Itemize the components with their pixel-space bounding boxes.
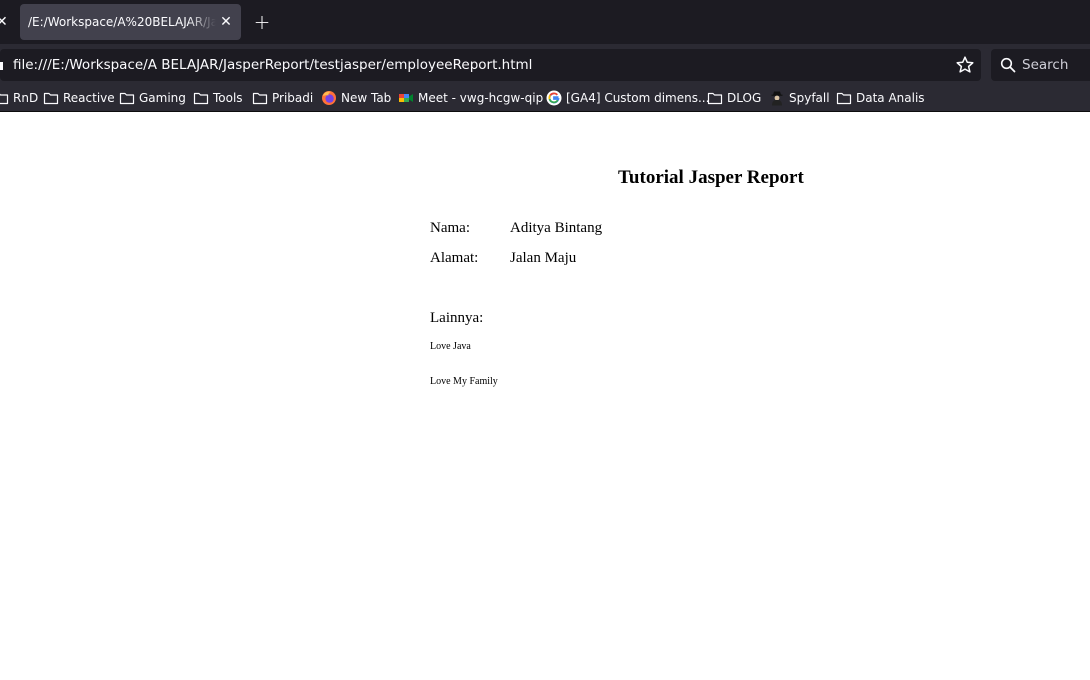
bookmark-star-icon[interactable] [955, 55, 975, 75]
other-item: Love My Family [430, 376, 498, 387]
nama-value: Aditya Bintang [510, 220, 603, 236]
bookmark-label: [GA4] Custom dimens... [566, 91, 710, 105]
bookmark-tools[interactable]: Tools [193, 88, 243, 108]
new-tab-plus-icon[interactable]: + [250, 10, 274, 34]
alamat-value: Jalan Maju [510, 250, 577, 266]
bookmark-gaming[interactable]: Gaming [119, 88, 186, 108]
url-text[interactable]: file:///E:/Workspace/A BELAJAR/JasperRep… [13, 49, 532, 81]
folder-icon [836, 92, 852, 105]
nama-label: Nama: [430, 220, 470, 236]
bookmark-label: Spyfall [789, 91, 830, 105]
close-icon[interactable]: ✕ [0, 12, 8, 32]
url-bar[interactable]: file:///E:/Workspace/A BELAJAR/JasperRep… [0, 49, 981, 81]
google-meet-icon [399, 94, 413, 102]
alamat-label: Alamat: [430, 250, 479, 266]
bookmark-data-analis[interactable]: Data Analis [836, 88, 925, 108]
nav-bar: file:///E:/Workspace/A BELAJAR/JasperRep… [0, 44, 1090, 84]
folder-icon [707, 92, 723, 105]
folder-icon [193, 92, 209, 105]
tab-title: /E:/Workspace/A%20BELAJAR/JasperReport/t… [28, 15, 216, 29]
bookmark-ga4[interactable]: [GA4] Custom dimens... [546, 88, 709, 108]
bookmark-label: Reactive [63, 91, 115, 105]
bookmark-dlog[interactable]: DLOG [707, 88, 761, 108]
search-input[interactable]: Search [1022, 49, 1068, 81]
search-icon [1000, 57, 1016, 73]
bookmark-label: Data Analis [856, 91, 925, 105]
bookmark-label: Gaming [139, 91, 186, 105]
tab-strip: ✕ /E:/Workspace/A%20BELAJAR/JasperReport… [0, 0, 1090, 44]
search-bar[interactable]: Search [991, 49, 1090, 81]
bookmark-reactive[interactable]: Reactive [43, 88, 115, 108]
site-info-icon[interactable] [0, 62, 3, 70]
bookmark-label: Meet - vwg-hcgw-qip [418, 91, 544, 105]
firefox-icon [322, 91, 336, 105]
folder-icon [252, 92, 268, 105]
bookmark-label: Pribadi [272, 91, 314, 105]
bookmark-label: Tools [213, 91, 243, 105]
bookmark-label: RnD [13, 91, 39, 105]
bookmark-label: DLOG [727, 91, 762, 105]
folder-icon [43, 92, 59, 105]
google-icon [546, 90, 562, 106]
spy-icon [771, 91, 783, 106]
other-item: Love Java [430, 341, 471, 352]
lainnya-label: Lainnya: [430, 310, 484, 326]
tab-employee-report[interactable]: /E:/Workspace/A%20BELAJAR/JasperReport/t… [20, 4, 241, 40]
bookmarks-toolbar: RnD Reactive Gaming Tools Pribadi New Ta… [0, 84, 1090, 112]
bookmark-label: New Tab [341, 91, 392, 105]
folder-icon [0, 93, 9, 105]
folder-icon [119, 92, 135, 105]
report-title: Tutorial Jasper Report [618, 167, 804, 188]
tab-close-icon[interactable]: ✕ [216, 12, 236, 32]
bookmark-new-tab[interactable]: New Tab [321, 88, 391, 108]
bookmark-meet[interactable]: Meet - vwg-hcgw-qip [398, 88, 543, 108]
bookmark-pribadi[interactable]: Pribadi [252, 88, 313, 108]
report-page: Tutorial Jasper Report Nama: Aditya Bint… [0, 113, 1090, 680]
bookmark-spyfall[interactable]: Spyfall [769, 88, 830, 108]
bookmark-rnd[interactable]: RnD [0, 88, 38, 108]
